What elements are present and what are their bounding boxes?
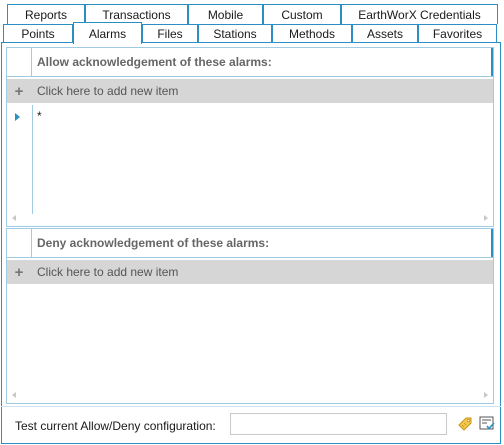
allow-alarm-pattern-cell[interactable]: *	[37, 109, 42, 123]
tag-icon[interactable]	[456, 415, 476, 435]
tab-transactions[interactable]: Transactions	[85, 4, 188, 24]
scroll-right-icon[interactable]	[484, 392, 488, 398]
table-row[interactable]: *	[7, 105, 493, 129]
checklist-icon[interactable]	[478, 415, 498, 435]
plus-icon: +	[14, 82, 24, 100]
scroll-right-icon[interactable]	[484, 215, 488, 221]
tab-files[interactable]: Files	[142, 24, 198, 43]
allow-grid-header-text: Allow acknowledgement of these alarms:	[37, 55, 272, 69]
deny-grid-header: Deny acknowledgement of these alarms:	[7, 229, 493, 258]
allow-alarms-grid[interactable]: Allow acknowledgement of these alarms: +…	[6, 47, 494, 227]
row-header-column	[7, 229, 32, 257]
scroll-left-icon[interactable]	[12, 215, 16, 221]
test-configuration-input[interactable]	[230, 413, 447, 435]
test-configuration-bar: Test current Allow/Deny configuration:	[1, 406, 501, 444]
scroll-left-icon[interactable]	[12, 392, 16, 398]
empty-grid-area	[7, 129, 493, 214]
tab-earthworx-credentials[interactable]: EarthWorX Credentials	[341, 4, 498, 24]
tab-alarms[interactable]: Alarms	[73, 22, 142, 44]
test-configuration-label: Test current Allow/Deny configuration:	[15, 419, 216, 433]
allow-add-new-item-row[interactable]: + Click here to add new item	[7, 79, 493, 103]
header-edge	[491, 229, 493, 257]
row-separator	[32, 105, 33, 129]
plus-icon: +	[14, 263, 24, 281]
deny-add-new-item-row[interactable]: + Click here to add new item	[7, 260, 493, 284]
tab-points[interactable]: Points	[3, 24, 73, 43]
tab-assets[interactable]: Assets	[352, 24, 418, 43]
allow-add-new-item-label: Click here to add new item	[37, 84, 179, 98]
tab-custom[interactable]: Custom	[263, 4, 341, 24]
tab-methods[interactable]: Methods	[272, 24, 352, 43]
tab-reports[interactable]: Reports	[7, 4, 85, 24]
row-header-column	[7, 48, 32, 76]
deny-add-new-item-label: Click here to add new item	[37, 265, 179, 279]
tab-mobile[interactable]: Mobile	[188, 4, 263, 24]
header-edge	[491, 48, 493, 76]
deny-grid-header-text: Deny acknowledgement of these alarms:	[37, 236, 270, 250]
tab-favorites[interactable]: Favorites	[418, 24, 497, 43]
current-row-indicator-icon	[15, 113, 20, 121]
deny-alarms-grid[interactable]: Deny acknowledgement of these alarms: + …	[6, 228, 494, 404]
tab-stations[interactable]: Stations	[198, 24, 272, 43]
allow-grid-header: Allow acknowledgement of these alarms:	[7, 48, 493, 77]
row-separator	[32, 129, 33, 214]
